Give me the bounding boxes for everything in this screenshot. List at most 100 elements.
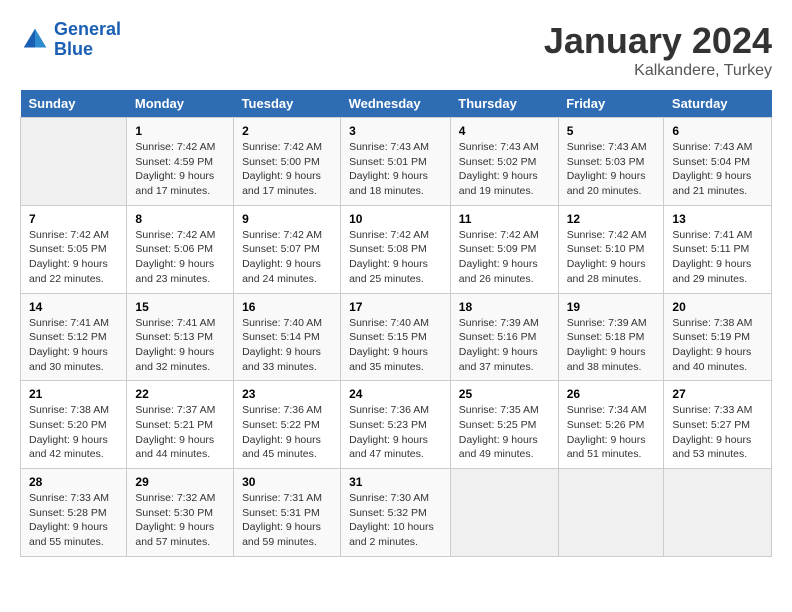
- main-title: January 2024: [544, 20, 772, 62]
- day-info: Sunrise: 7:37 AM Sunset: 5:21 PM Dayligh…: [135, 403, 225, 462]
- calendar-cell: 11Sunrise: 7:42 AM Sunset: 5:09 PM Dayli…: [450, 205, 558, 293]
- column-header-sunday: Sunday: [21, 90, 127, 118]
- day-info: Sunrise: 7:35 AM Sunset: 5:25 PM Dayligh…: [459, 403, 550, 462]
- day-number: 22: [135, 387, 225, 401]
- day-number: 1: [135, 124, 225, 138]
- calendar-cell: 19 Sunrise: 7:39 AM Sunset: 5:18 PM Dayli…: [558, 293, 664, 381]
- day-number: 25: [459, 387, 550, 401]
- column-header-friday: Friday: [558, 90, 664, 118]
- day-info: Sunrise: 7:43 AM Sunset: 5:01 PM Dayligh…: [349, 140, 442, 199]
- day-info: Sunrise: 7:36 AM Sunset: 5:22 PM Dayligh…: [242, 403, 332, 462]
- calendar-cell: 6 Sunrise: 7:43 AM Sunset: 5:04 PM Daylig…: [664, 118, 772, 206]
- calendar-cell: 28 Sunrise: 7:33 AM Sunset: 5:28 PM Dayli…: [21, 469, 127, 557]
- day-info: Sunrise: 7:42 AM Sunset: 5:08 PM Dayligh…: [349, 228, 442, 287]
- calendar-cell: 17 Sunrise: 7:40 AM Sunset: 5:15 PM Dayli…: [341, 293, 451, 381]
- calendar-cell: 1 Sunrise: 7:42 AM Sunset: 4:59 PM Daylig…: [127, 118, 234, 206]
- day-number: 13: [672, 212, 763, 226]
- calendar-cell: [450, 469, 558, 557]
- day-info: Sunrise: 7:40 AM Sunset: 5:15 PM Dayligh…: [349, 316, 442, 375]
- day-info: Sunrise: 7:41 AM Sunset: 5:13 PM Dayligh…: [135, 316, 225, 375]
- day-info: Sunrise: 7:43 AM Sunset: 5:04 PM Dayligh…: [672, 140, 763, 199]
- week-row-1: 1 Sunrise: 7:42 AM Sunset: 4:59 PM Daylig…: [21, 118, 772, 206]
- day-number: 28: [29, 475, 118, 489]
- calendar-cell: 24Sunrise: 7:36 AM Sunset: 5:23 PM Dayli…: [341, 381, 451, 469]
- calendar-cell: 2 Sunrise: 7:42 AM Sunset: 5:00 PM Daylig…: [234, 118, 341, 206]
- calendar-cell: 16Sunrise: 7:40 AM Sunset: 5:14 PM Dayli…: [234, 293, 341, 381]
- week-row-2: 7 Sunrise: 7:42 AM Sunset: 5:05 PM Daylig…: [21, 205, 772, 293]
- header-row: SundayMondayTuesdayWednesdayThursdayFrid…: [21, 90, 772, 118]
- column-header-monday: Monday: [127, 90, 234, 118]
- calendar-cell: 4 Sunrise: 7:43 AM Sunset: 5:02 PM Daylig…: [450, 118, 558, 206]
- day-info: Sunrise: 7:42 AM Sunset: 5:06 PM Dayligh…: [135, 228, 225, 287]
- day-number: 15: [135, 300, 225, 314]
- title-section: January 2024 Kalkandere, Turkey: [544, 20, 772, 80]
- day-number: 9: [242, 212, 332, 226]
- calendar-cell: 5 Sunrise: 7:43 AM Sunset: 5:03 PM Daylig…: [558, 118, 664, 206]
- day-info: Sunrise: 7:43 AM Sunset: 5:02 PM Dayligh…: [459, 140, 550, 199]
- calendar-cell: [664, 469, 772, 557]
- day-number: 6: [672, 124, 763, 138]
- day-number: 26: [567, 387, 656, 401]
- column-header-thursday: Thursday: [450, 90, 558, 118]
- calendar-cell: [558, 469, 664, 557]
- day-number: 17: [349, 300, 442, 314]
- day-number: 5: [567, 124, 656, 138]
- calendar-cell: 18Sunrise: 7:39 AM Sunset: 5:16 PM Dayli…: [450, 293, 558, 381]
- day-number: 24: [349, 387, 442, 401]
- day-info: Sunrise: 7:42 AM Sunset: 5:07 PM Dayligh…: [242, 228, 332, 287]
- day-info: Sunrise: 7:41 AM Sunset: 5:11 PM Dayligh…: [672, 228, 763, 287]
- day-info: Sunrise: 7:42 AM Sunset: 5:09 PM Dayligh…: [459, 228, 550, 287]
- day-info: Sunrise: 7:42 AM Sunset: 5:00 PM Dayligh…: [242, 140, 332, 199]
- day-number: 21: [29, 387, 118, 401]
- calendar-cell: 8 Sunrise: 7:42 AM Sunset: 5:06 PM Daylig…: [127, 205, 234, 293]
- day-info: Sunrise: 7:40 AM Sunset: 5:14 PM Dayligh…: [242, 316, 332, 375]
- day-info: Sunrise: 7:33 AM Sunset: 5:27 PM Dayligh…: [672, 403, 763, 462]
- calendar-cell: 3Sunrise: 7:43 AM Sunset: 5:01 PM Daylig…: [341, 118, 451, 206]
- calendar-cell: 14Sunrise: 7:41 AM Sunset: 5:12 PM Dayli…: [21, 293, 127, 381]
- logo-text: General Blue: [54, 20, 121, 60]
- day-number: 2: [242, 124, 332, 138]
- day-info: Sunrise: 7:30 AM Sunset: 5:32 PM Dayligh…: [349, 491, 442, 550]
- header: General Blue January 2024 Kalkandere, Tu…: [20, 20, 772, 80]
- day-info: Sunrise: 7:42 AM Sunset: 5:10 PM Dayligh…: [567, 228, 656, 287]
- day-info: Sunrise: 7:38 AM Sunset: 5:20 PM Dayligh…: [29, 403, 118, 462]
- day-number: 31: [349, 475, 442, 489]
- calendar-cell: 20 Sunrise: 7:38 AM Sunset: 5:19 PM Dayli…: [664, 293, 772, 381]
- day-info: Sunrise: 7:42 AM Sunset: 4:59 PM Dayligh…: [135, 140, 225, 199]
- calendar-cell: 22 Sunrise: 7:37 AM Sunset: 5:21 PM Dayli…: [127, 381, 234, 469]
- logo-icon: [20, 25, 50, 55]
- logo: General Blue: [20, 20, 121, 60]
- day-number: 30: [242, 475, 332, 489]
- calendar-cell: 21 Sunrise: 7:38 AM Sunset: 5:20 PM Dayli…: [21, 381, 127, 469]
- calendar-cell: 31 Sunrise: 7:30 AM Sunset: 5:32 PM Dayli…: [341, 469, 451, 557]
- day-number: 8: [135, 212, 225, 226]
- subtitle: Kalkandere, Turkey: [544, 62, 772, 80]
- calendar-cell: 25 Sunrise: 7:35 AM Sunset: 5:25 PM Dayli…: [450, 381, 558, 469]
- day-info: Sunrise: 7:39 AM Sunset: 5:18 PM Dayligh…: [567, 316, 656, 375]
- day-number: 23: [242, 387, 332, 401]
- day-number: 29: [135, 475, 225, 489]
- day-number: 19: [567, 300, 656, 314]
- day-info: Sunrise: 7:42 AM Sunset: 5:05 PM Dayligh…: [29, 228, 118, 287]
- calendar-body: 1 Sunrise: 7:42 AM Sunset: 4:59 PM Daylig…: [21, 118, 772, 557]
- logo-line2: Blue: [54, 39, 93, 59]
- day-number: 12: [567, 212, 656, 226]
- calendar-cell: 9 Sunrise: 7:42 AM Sunset: 5:07 PM Daylig…: [234, 205, 341, 293]
- day-info: Sunrise: 7:43 AM Sunset: 5:03 PM Dayligh…: [567, 140, 656, 199]
- week-row-3: 14Sunrise: 7:41 AM Sunset: 5:12 PM Dayli…: [21, 293, 772, 381]
- calendar-table: SundayMondayTuesdayWednesdayThursdayFrid…: [20, 90, 772, 557]
- day-number: 20: [672, 300, 763, 314]
- calendar-cell: 13 Sunrise: 7:41 AM Sunset: 5:11 PM Dayli…: [664, 205, 772, 293]
- day-info: Sunrise: 7:31 AM Sunset: 5:31 PM Dayligh…: [242, 491, 332, 550]
- calendar-cell: 10Sunrise: 7:42 AM Sunset: 5:08 PM Dayli…: [341, 205, 451, 293]
- calendar-cell: 29Sunrise: 7:32 AM Sunset: 5:30 PM Dayli…: [127, 469, 234, 557]
- week-row-4: 21 Sunrise: 7:38 AM Sunset: 5:20 PM Dayli…: [21, 381, 772, 469]
- day-number: 4: [459, 124, 550, 138]
- calendar-cell: 12 Sunrise: 7:42 AM Sunset: 5:10 PM Dayli…: [558, 205, 664, 293]
- column-header-wednesday: Wednesday: [341, 90, 451, 118]
- day-info: Sunrise: 7:33 AM Sunset: 5:28 PM Dayligh…: [29, 491, 118, 550]
- calendar-cell: 7 Sunrise: 7:42 AM Sunset: 5:05 PM Daylig…: [21, 205, 127, 293]
- column-header-tuesday: Tuesday: [234, 90, 341, 118]
- day-info: Sunrise: 7:38 AM Sunset: 5:19 PM Dayligh…: [672, 316, 763, 375]
- day-number: 7: [29, 212, 118, 226]
